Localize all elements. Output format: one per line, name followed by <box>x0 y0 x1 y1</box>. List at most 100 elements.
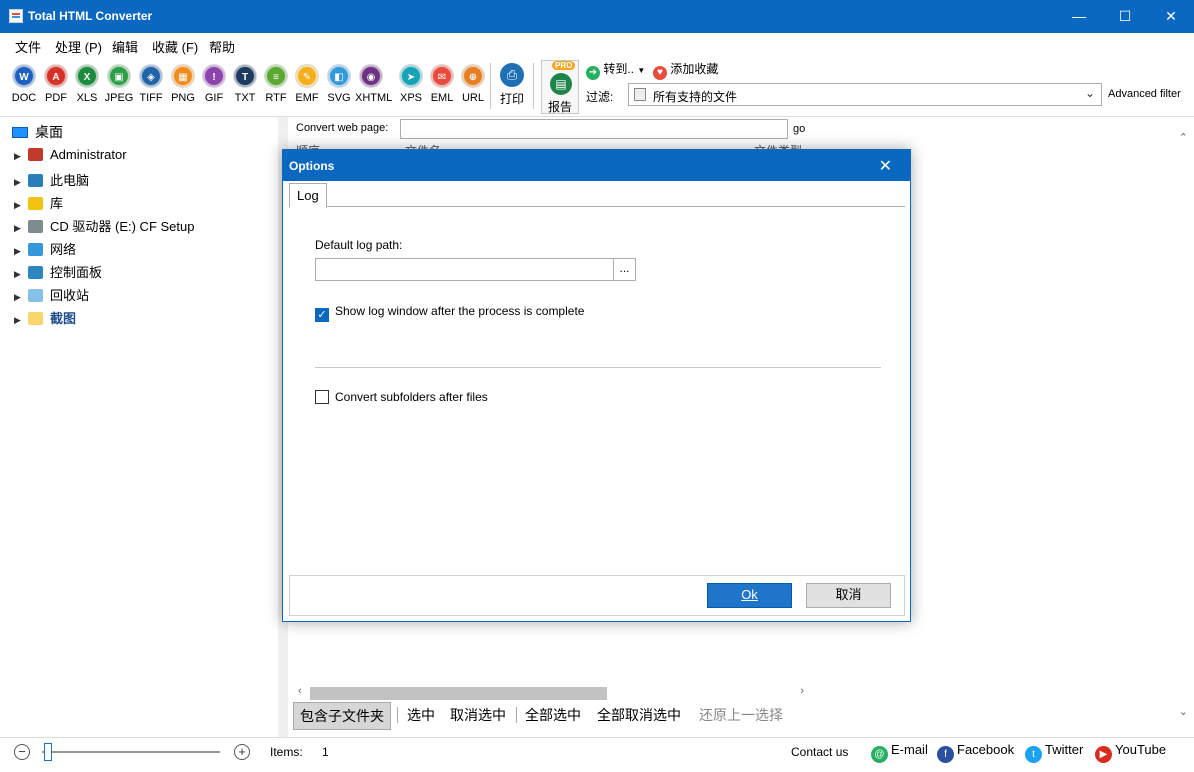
filter-select[interactable]: 所有支持的文件 ⌄ <box>628 83 1102 106</box>
png-icon: ▦ <box>172 65 194 87</box>
convert-tiff-button[interactable]: ◈ TIFF <box>135 65 167 104</box>
expand-arrow-icon[interactable]: ▶ <box>14 177 24 188</box>
zoom-out-icon[interactable]: − <box>14 744 30 760</box>
deselect-all-button[interactable]: 全部取消选中 <box>591 702 687 728</box>
deselect-button[interactable]: 取消选中 <box>444 702 512 728</box>
email-link[interactable]: @ E-mail <box>871 742 928 763</box>
convert-emf-button[interactable]: ✎ EMF <box>291 65 323 104</box>
expand-arrow-icon[interactable]: ▶ <box>14 200 24 211</box>
ok-button[interactable]: Ok <box>707 583 792 608</box>
zoom-in-icon[interactable]: + <box>234 744 250 760</box>
dialog-title-bar: Options ✕ <box>283 150 910 181</box>
expand-arrow-icon[interactable]: ▶ <box>14 315 24 326</box>
facebook-icon: f <box>937 746 954 763</box>
tab-log[interactable]: Log <box>289 183 327 208</box>
expand-arrow-icon[interactable]: ▶ <box>14 223 24 234</box>
menu-edit[interactable]: 编辑 <box>112 37 138 56</box>
convert-gif-button[interactable]: ! GIF <box>198 65 230 104</box>
maximize-button[interactable]: ☐ <box>1102 0 1148 33</box>
youtube-link[interactable]: ▶ YouTube <box>1095 742 1166 763</box>
convert-rtf-button[interactable]: ≡ RTF <box>260 65 292 104</box>
browse-button[interactable]: ... <box>613 259 635 280</box>
horizontal-scrollbar[interactable]: ‹ › <box>298 685 804 701</box>
checkbox-unchecked-icon <box>315 390 329 404</box>
scroll-up-icon[interactable]: ⌃ <box>1179 131 1188 144</box>
convert-url-button[interactable]: ⊕ URL <box>457 65 489 104</box>
tree-item-control-panel[interactable]: ▶ 控制面板 <box>14 262 102 281</box>
convert-xls-button[interactable]: X XLS <box>71 65 103 104</box>
include-subfolders-button[interactable]: 包含子文件夹 <box>293 702 391 730</box>
tree-item-screenshots[interactable]: ▶ 截图 <box>14 308 76 327</box>
pro-badge: PRO <box>552 61 576 70</box>
dialog-title: Options <box>289 159 335 173</box>
convert-subfolders-label: Convert subfolders after files <box>335 390 488 404</box>
scroll-down-icon[interactable]: ⌄ <box>1179 705 1188 718</box>
select-all-button[interactable]: 全部选中 <box>519 702 587 728</box>
add-favorite-button[interactable]: ♥ 添加收藏 <box>653 60 718 80</box>
tiff-icon: ◈ <box>140 65 162 87</box>
advanced-filter-link[interactable]: Advanced filter <box>1108 88 1181 100</box>
menu-favorites[interactable]: 收藏 (F) <box>152 37 198 56</box>
convert-doc-button[interactable]: W DOC <box>8 65 40 104</box>
tree-item-library[interactable]: ▶ 库 <box>14 193 63 212</box>
scrollbar-thumb[interactable] <box>310 687 607 700</box>
word-icon: W <box>13 65 35 87</box>
recycle-bin-icon <box>28 289 43 302</box>
close-window-button[interactable]: ✕ <box>1148 0 1194 33</box>
menu-bar: 文件 处理 (P) 编辑 收藏 (F) 帮助 <box>0 33 1194 55</box>
tree-item-administrator[interactable]: ▶ Administrator <box>14 147 127 162</box>
convert-xps-button[interactable]: ➤ XPS <box>395 65 427 104</box>
library-icon <box>28 197 43 210</box>
tree-item-recycle-bin[interactable]: ▶ 回收站 <box>14 285 89 304</box>
show-log-checkbox[interactable]: ✓ Show log window after the process is co… <box>315 304 584 322</box>
toolbar: W DOC A PDF X XLS ▣ JPEG ◈ TIFF ▦ PNG! GIF T TXT ≡ RTF ✎ E… <box>0 55 1194 117</box>
filter-value: 所有支持的文件 <box>653 90 738 104</box>
report-button[interactable]: PRO ▤ 报告 <box>541 60 579 114</box>
zoom-slider-track[interactable] <box>42 751 220 753</box>
convert-subfolders-checkbox[interactable]: Convert subfolders after files <box>315 390 488 404</box>
cancel-button[interactable]: 取消 <box>806 583 891 608</box>
web-page-url-input[interactable] <box>400 119 788 139</box>
expand-arrow-icon[interactable]: ▶ <box>14 292 24 303</box>
print-button[interactable]: ⎙ 打印 <box>497 63 527 107</box>
scroll-left-icon[interactable]: ‹ <box>298 685 302 697</box>
email-icon: @ <box>871 746 888 763</box>
convert-svg-button[interactable]: ◧ SVG <box>323 65 355 104</box>
expand-arrow-icon[interactable]: ▶ <box>14 246 24 257</box>
convert-eml-button[interactable]: ✉ EML <box>426 65 458 104</box>
menu-help[interactable]: 帮助 <box>209 37 235 56</box>
menu-file[interactable]: 文件 <box>15 37 41 56</box>
this-pc-icon <box>28 174 43 187</box>
zoom-slider-thumb[interactable] <box>44 743 52 761</box>
divider <box>315 367 881 368</box>
restore-selection-button[interactable]: 还原上一选择 <box>693 702 789 728</box>
select-button[interactable]: 选中 <box>401 702 441 728</box>
menu-process[interactable]: 处理 (P) <box>55 37 102 56</box>
goto-button[interactable]: ➜ 转到.. ▼ <box>586 60 645 80</box>
scroll-right-icon[interactable]: › <box>800 685 804 697</box>
facebook-link[interactable]: f Facebook <box>937 742 1014 763</box>
tree-item-desktop[interactable]: 桌面 <box>12 122 63 142</box>
convert-png-button[interactable]: ▦ PNG <box>167 65 199 104</box>
cd-drive-icon <box>28 220 43 233</box>
convert-pdf-button[interactable]: A PDF <box>40 65 72 104</box>
tree-item-network[interactable]: ▶ 网络 <box>14 239 76 258</box>
report-icon: ▤ <box>550 73 572 95</box>
twitter-link[interactable]: t Twitter <box>1025 742 1083 763</box>
format-label: SVG <box>327 92 351 104</box>
tree-item-this-pc[interactable]: ▶ 此电脑 <box>14 170 89 189</box>
facebook-label: Facebook <box>957 742 1015 757</box>
convert-xhtml-button[interactable]: ◉ XHTML <box>355 65 392 104</box>
tree-item-cd-drive[interactable]: ▶ CD 驱动器 (E:) CF Setup <box>14 216 194 235</box>
convert-txt-button[interactable]: T TXT <box>229 65 261 104</box>
convert-jpeg-button[interactable]: ▣ JPEG <box>103 65 135 104</box>
expand-arrow-icon[interactable]: ▶ <box>14 151 24 162</box>
contact-us-link[interactable]: Contact us <box>791 745 848 759</box>
youtube-icon: ▶ <box>1095 746 1112 763</box>
txt-icon: T <box>234 65 256 87</box>
close-icon[interactable]: ✕ <box>879 156 892 176</box>
go-button[interactable]: go <box>793 123 805 135</box>
default-log-path-input[interactable]: ... <box>315 258 636 281</box>
minimize-button[interactable]: — <box>1056 0 1102 33</box>
expand-arrow-icon[interactable]: ▶ <box>14 269 24 280</box>
